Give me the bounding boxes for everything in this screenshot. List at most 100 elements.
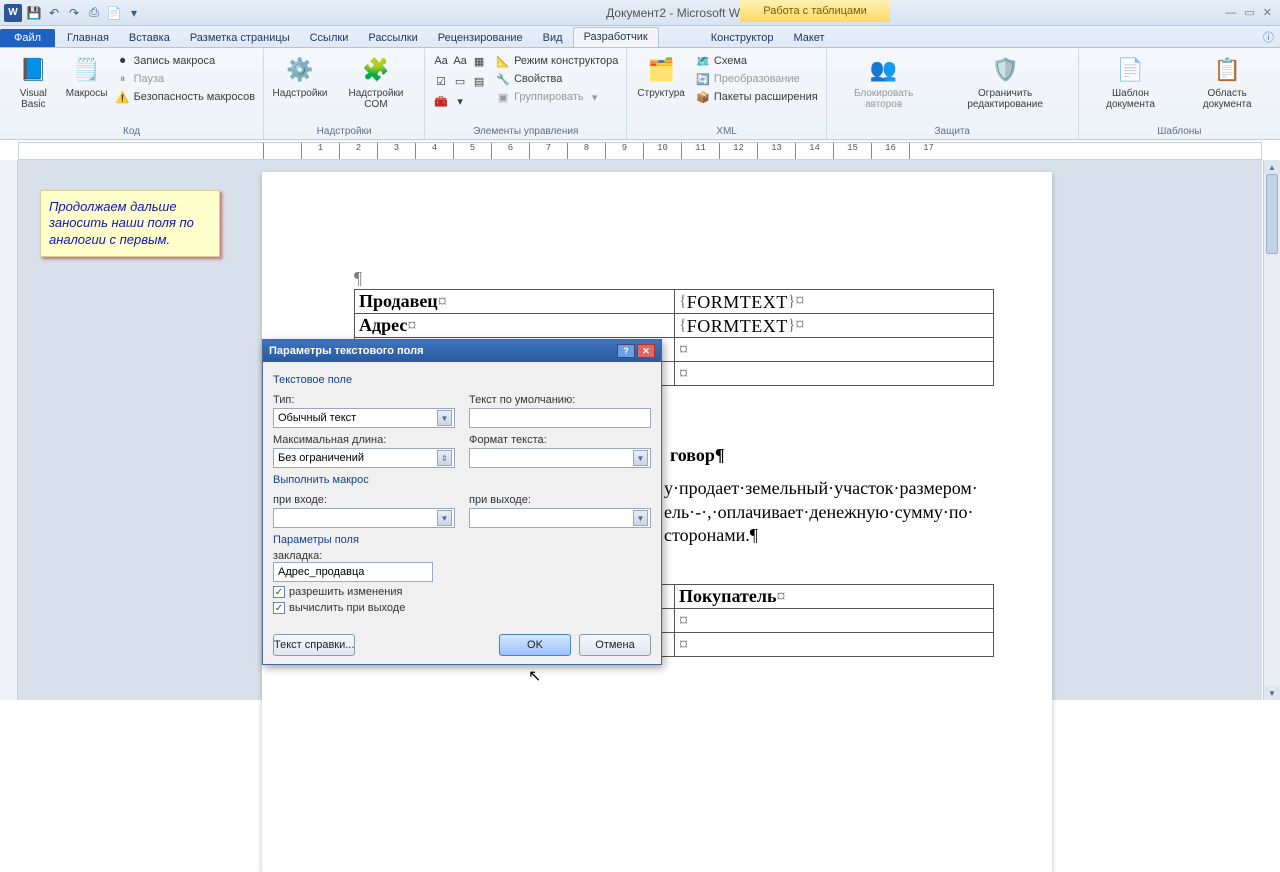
minimize-icon[interactable]: — <box>1225 7 1236 19</box>
annotation-callout: Продолжаем дальше заносить наши поля по … <box>40 190 220 257</box>
chevron-down-icon[interactable]: ▼ <box>437 410 452 426</box>
bookmark-label: закладка: <box>273 550 651 562</box>
group-label: Элементы управления <box>431 125 620 139</box>
word-app-icon[interactable]: W <box>4 4 22 22</box>
on-exit-combo[interactable]: ▼ <box>469 508 651 528</box>
macros-button[interactable]: 🗒️Макросы <box>65 52 109 101</box>
ok-button[interactable]: OK <box>499 634 571 656</box>
design-mode-button[interactable]: 📐Режим конструктора <box>493 52 620 70</box>
restore-icon[interactable]: ▭ <box>1244 6 1254 19</box>
bookmark-input[interactable]: Адрес_продавца <box>273 562 433 582</box>
default-text-input[interactable] <box>469 408 651 428</box>
group-label: Код <box>6 125 257 139</box>
pause-recording-button[interactable]: ⏸Пауза <box>113 70 258 88</box>
calc-on-exit-checkbox[interactable]: ✓вычислить при выходе <box>273 602 651 614</box>
type-combo[interactable]: Обычный текст▼ <box>273 408 455 428</box>
structure-button[interactable]: 🗂️Структура <box>633 52 688 101</box>
checkbox-icon: ✓ <box>273 586 285 598</box>
tab-review[interactable]: Рецензирование <box>428 29 533 47</box>
com-addins-button[interactable]: 🧩Надстройки COM <box>334 52 418 112</box>
on-exit-label: при выходе: <box>469 494 651 506</box>
dialog-title: Параметры текстового поля <box>269 345 424 357</box>
group-addins: ⚙️Надстройки 🧩Надстройки COM Надстройки <box>264 48 425 139</box>
document-panel-button[interactable]: 📋Область документа <box>1180 52 1274 112</box>
group-code: 📘Visual Basic 🗒️Макросы ⏺Запись макроса … <box>0 48 264 139</box>
tab-mailings[interactable]: Рассылки <box>358 29 427 47</box>
window-controls: — ▭ ✕ <box>1217 6 1280 19</box>
tab-developer[interactable]: Разработчик <box>573 27 659 47</box>
maxlen-label: Максимальная длина: <box>273 434 455 446</box>
tab-home[interactable]: Главная <box>57 29 119 47</box>
table-row: Продавец¤ {FORMTEXT}¤ <box>355 290 994 314</box>
format-combo[interactable]: ▼ <box>469 448 651 468</box>
tab-table-design[interactable]: Конструктор <box>701 29 784 47</box>
tab-file[interactable]: Файл <box>0 29 55 47</box>
transformation-button[interactable]: 🔄Преобразование <box>693 70 820 88</box>
save-icon[interactable]: 💾 <box>26 5 42 21</box>
tab-references[interactable]: Ссылки <box>300 29 359 47</box>
control-gallery[interactable]: AaAa▦ <box>431 52 489 70</box>
section-label: Параметры поля <box>273 534 651 546</box>
tab-table-layout[interactable]: Макет <box>783 29 834 47</box>
block-authors-button[interactable]: 👥Блокировать авторов <box>833 52 935 112</box>
close-icon[interactable]: ✕ <box>637 344 655 358</box>
group-controls: AaAa▦ ☑▭▤ 🧰▾ 📐Режим конструктора 🔧Свойст… <box>425 48 627 139</box>
horizontal-ruler[interactable]: 1234567891011121314151617 <box>18 142 1262 160</box>
visual-basic-button[interactable]: 📘Visual Basic <box>6 52 61 112</box>
quick-access-toolbar: W 💾 ↶ ↷ ⎙ 📄 ▾ <box>0 4 146 22</box>
help-text-button[interactable]: Текст справки... <box>273 634 355 656</box>
undo-icon[interactable]: ↶ <box>46 5 62 21</box>
control-gallery[interactable]: 🧰▾ <box>431 92 489 110</box>
group-label: XML <box>633 125 819 139</box>
qat-icon[interactable]: 📄 <box>106 5 122 21</box>
chevron-down-icon[interactable]: ▼ <box>437 510 452 526</box>
chevron-down-icon[interactable]: ▼ <box>633 510 648 526</box>
redo-icon[interactable]: ↷ <box>66 5 82 21</box>
checkbox-icon: ✓ <box>273 602 285 614</box>
properties-button[interactable]: 🔧Свойства <box>493 70 620 88</box>
group-templates: 📄Шаблон документа 📋Область документа Шаб… <box>1079 48 1280 139</box>
group-protect: 👥Блокировать авторов 🛡️Ограничить редакт… <box>827 48 1079 139</box>
default-text-label: Текст по умолчанию: <box>469 394 651 406</box>
ribbon-tabs: Файл Главная Вставка Разметка страницы С… <box>0 26 1280 48</box>
scroll-down-icon[interactable]: ▼ <box>1264 686 1280 700</box>
scroll-thumb[interactable] <box>1266 174 1278 254</box>
tab-page-layout[interactable]: Разметка страницы <box>180 29 300 47</box>
dialog-titlebar[interactable]: Параметры текстового поля ? ✕ <box>263 340 661 362</box>
text-form-field-options-dialog: Параметры текстового поля ? ✕ Текстовое … <box>262 339 662 665</box>
ribbon: 📘Visual Basic 🗒️Макросы ⏺Запись макроса … <box>0 48 1280 140</box>
vertical-ruler[interactable] <box>0 160 18 700</box>
document-template-button[interactable]: 📄Шаблон документа <box>1085 52 1177 112</box>
tab-view[interactable]: Вид <box>533 29 573 47</box>
tab-insert[interactable]: Вставка <box>119 29 180 47</box>
close-icon[interactable]: ✕ <box>1263 6 1272 19</box>
qat-icon[interactable]: ⎙ <box>86 5 102 21</box>
macro-security-button[interactable]: ⚠️Безопасность макросов <box>113 88 258 106</box>
spinner-icon[interactable]: ⇕ <box>437 450 452 466</box>
section-label: Выполнить макрос <box>273 474 651 486</box>
cancel-button[interactable]: Отмена <box>579 634 651 656</box>
qat-dropdown-icon[interactable]: ▾ <box>126 5 142 21</box>
group-label: Защита <box>833 125 1072 139</box>
expansion-packs-button[interactable]: 📦Пакеты расширения <box>693 88 820 106</box>
table-tools-label: Работа с таблицами <box>740 0 890 22</box>
help-icon[interactable]: ? <box>617 344 635 358</box>
group-button[interactable]: ▣Группировать▾ <box>493 88 620 106</box>
vertical-scrollbar[interactable]: ▲ ▼ <box>1263 160 1280 700</box>
restrict-editing-button[interactable]: 🛡️Ограничить редактирование <box>939 52 1072 112</box>
addins-button[interactable]: ⚙️Надстройки <box>270 52 330 101</box>
table-row: Адрес¤ {FORMTEXT}¤ <box>355 314 994 338</box>
control-gallery[interactable]: ☑▭▤ <box>431 72 489 90</box>
title-bar: W 💾 ↶ ↷ ⎙ 📄 ▾ Документ2 - Microsoft Word… <box>0 0 1280 26</box>
pilcrow-icon: ¶ <box>354 268 362 288</box>
record-macro-button[interactable]: ⏺Запись макроса <box>113 52 258 70</box>
allow-edit-checkbox[interactable]: ✓разрешить изменения <box>273 586 651 598</box>
help-icon[interactable]: ⓘ <box>1263 29 1274 45</box>
chevron-down-icon[interactable]: ▼ <box>633 450 648 466</box>
group-label: Шаблоны <box>1085 125 1274 139</box>
schema-button[interactable]: 🗺️Схема <box>693 52 820 70</box>
scroll-up-icon[interactable]: ▲ <box>1264 160 1280 174</box>
type-label: Тип: <box>273 394 455 406</box>
on-entry-combo[interactable]: ▼ <box>273 508 455 528</box>
maxlen-combo[interactable]: Без ограничений⇕ <box>273 448 455 468</box>
